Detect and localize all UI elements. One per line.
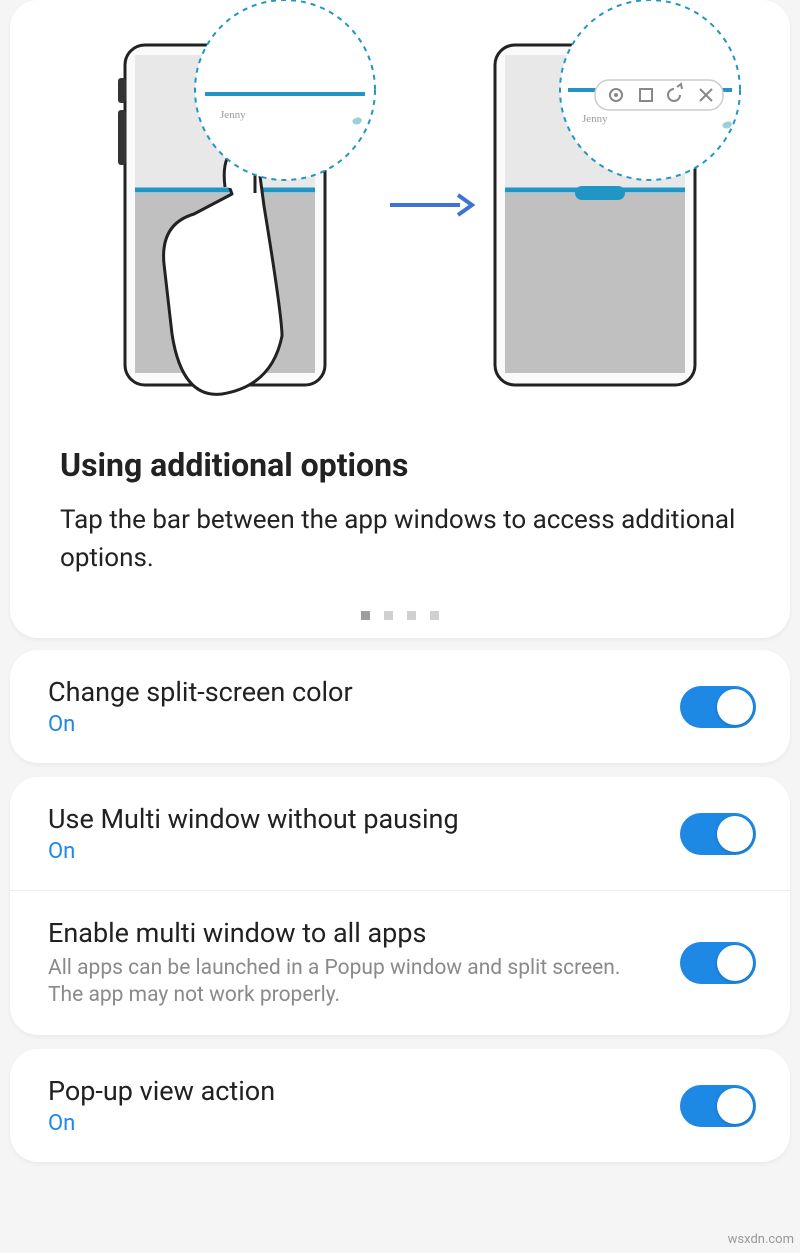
toggle-knob — [717, 689, 753, 725]
setting-card: Use Multi window without pausing On Enab… — [10, 777, 790, 1035]
setting-status: On — [48, 712, 660, 737]
setting-status: On — [48, 1111, 660, 1136]
page-dot[interactable] — [361, 611, 370, 620]
page-dot[interactable] — [384, 611, 393, 620]
setting-card: Pop-up view action On — [10, 1049, 790, 1162]
setting-enable-multiwindow-all[interactable]: Enable multi window to all apps All apps… — [10, 890, 790, 1035]
setting-subtext: All apps can be launched in a Popup wind… — [48, 955, 660, 1010]
multiwindow-illustration: Jenny — [10, 0, 790, 410]
toggle-knob — [717, 1088, 753, 1124]
setting-popup-view-action[interactable]: Pop-up view action On — [10, 1049, 790, 1162]
setting-title: Use Multi window without pausing — [48, 803, 660, 837]
toggle-knob — [717, 945, 753, 981]
setting-multiwindow-no-pause[interactable]: Use Multi window without pausing On — [10, 777, 790, 890]
toggle-switch[interactable] — [680, 686, 756, 728]
setting-change-split-color[interactable]: Change split-screen color On — [10, 650, 790, 763]
setting-title: Enable multi window to all apps — [48, 917, 660, 951]
svg-text:Jenny: Jenny — [582, 113, 608, 125]
toggle-knob — [717, 816, 753, 852]
setting-title: Pop-up view action — [48, 1075, 660, 1109]
tip-card[interactable]: Jenny — [10, 0, 790, 638]
page-dot[interactable] — [430, 611, 439, 620]
tip-description: Tap the bar between the app windows to a… — [60, 502, 740, 577]
setting-status: On — [48, 839, 660, 864]
setting-title: Change split-screen color — [48, 676, 660, 710]
toggle-switch[interactable] — [680, 1085, 756, 1127]
watermark: wsxdn.com — [728, 1232, 794, 1247]
tip-title: Using additional options — [60, 446, 740, 484]
toggle-switch[interactable] — [680, 942, 756, 984]
toggle-switch[interactable] — [680, 813, 756, 855]
page-dot[interactable] — [407, 611, 416, 620]
svg-text:Jenny: Jenny — [220, 109, 246, 121]
page-dots[interactable] — [10, 611, 790, 620]
setting-card: Change split-screen color On — [10, 650, 790, 763]
